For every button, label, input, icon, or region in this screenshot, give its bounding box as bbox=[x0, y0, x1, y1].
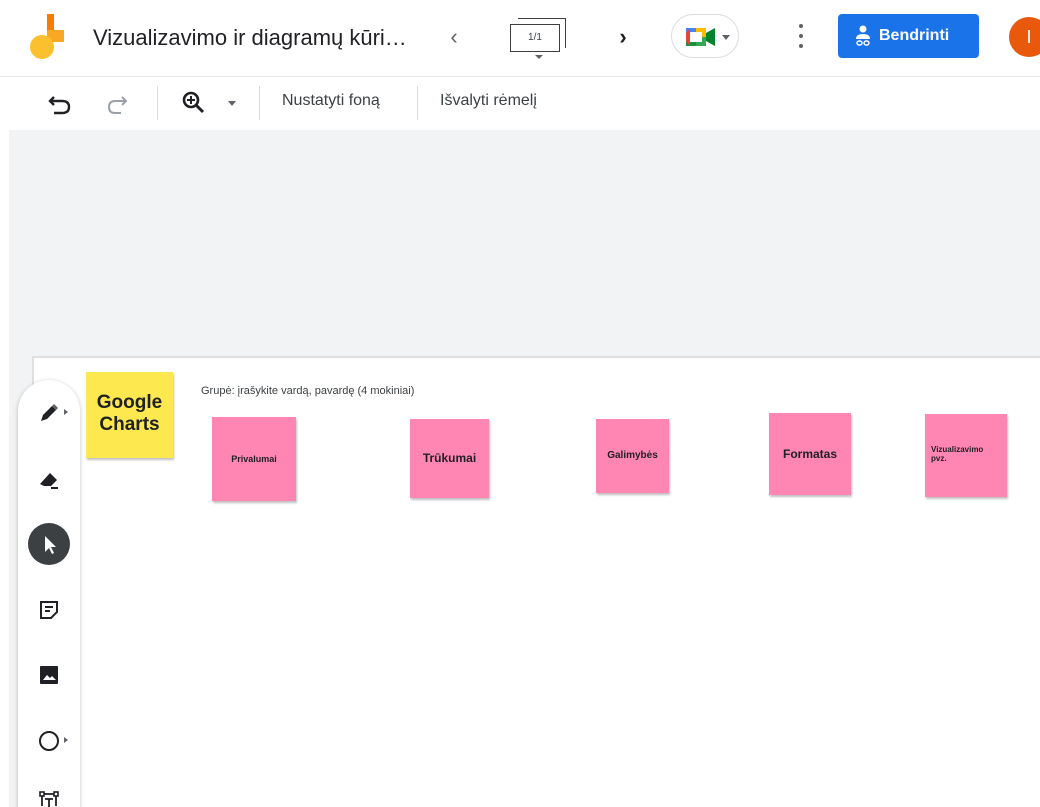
circle-shape-icon bbox=[39, 731, 59, 751]
sticky-note-text: Formatas bbox=[782, 447, 838, 461]
group-instruction-text[interactable]: Grupė: įrašykite vardą, pavardę (4 mokin… bbox=[201, 385, 414, 397]
image-tool-button[interactable] bbox=[28, 654, 70, 696]
jamboard-logo-icon[interactable] bbox=[30, 14, 66, 60]
redo-icon bbox=[107, 96, 128, 114]
zoom-dropdown-button[interactable] bbox=[222, 87, 242, 119]
frame-counter-label: 1/1 bbox=[510, 24, 560, 52]
text-box-tool-button[interactable] bbox=[28, 780, 70, 807]
eraser-tool-button[interactable] bbox=[28, 458, 70, 500]
more-vert-icon bbox=[799, 24, 803, 28]
image-icon bbox=[40, 666, 58, 684]
chevron-down-icon bbox=[535, 55, 543, 59]
chevron-right-icon: › bbox=[619, 24, 627, 49]
next-frame-button[interactable]: › bbox=[609, 22, 637, 52]
chevron-down-icon bbox=[722, 35, 730, 40]
google-meet-icon bbox=[686, 28, 715, 46]
pen-tool-button[interactable] bbox=[28, 392, 70, 434]
share-button-label: Bendrinti bbox=[879, 27, 950, 44]
select-pointer-icon bbox=[45, 536, 56, 554]
select-tool-button[interactable] bbox=[28, 523, 70, 565]
share-button[interactable]: Bendrinti bbox=[838, 14, 979, 58]
chevron-right-icon bbox=[64, 409, 68, 415]
document-title[interactable]: Vizualizavimo ir diagramų kūri… bbox=[93, 25, 407, 51]
sticky-note-text: Trūkumai bbox=[422, 451, 477, 465]
sticky-note-vizualizavimo-pvz[interactable]: Vizualizavimo pvz. bbox=[925, 414, 1007, 497]
eraser-icon bbox=[40, 473, 58, 489]
sticky-note-text: Privalumai bbox=[231, 454, 277, 464]
undo-button[interactable] bbox=[44, 87, 76, 119]
tool-rail bbox=[18, 380, 80, 807]
sticky-note-text: Vizualizavimo pvz. bbox=[931, 445, 984, 463]
text-box-icon bbox=[39, 791, 59, 807]
undo-icon bbox=[48, 96, 71, 115]
clear-frame-button[interactable]: Išvalyti rėmelį bbox=[440, 92, 537, 110]
sticky-note-icon bbox=[40, 601, 58, 619]
more-options-button[interactable] bbox=[788, 20, 814, 54]
sticky-note-text: Google Charts bbox=[96, 392, 163, 435]
person-share-icon bbox=[856, 25, 870, 46]
redo-button[interactable] bbox=[102, 87, 134, 119]
sticky-note-privalumai[interactable]: Privalumai bbox=[212, 417, 296, 501]
sticky-note-galimybes[interactable]: Galimybės bbox=[596, 419, 669, 493]
meet-button[interactable] bbox=[671, 14, 739, 58]
chevron-down-icon bbox=[228, 101, 236, 106]
jam-frame[interactable] bbox=[32, 356, 1040, 807]
frame-counter-button[interactable]: 1/1 bbox=[510, 18, 568, 60]
sticky-note-formatas[interactable]: Formatas bbox=[769, 413, 851, 495]
sticky-note-google-charts[interactable]: Google Charts bbox=[86, 372, 173, 458]
sticky-note-trukumai[interactable]: Trūkumai bbox=[410, 419, 489, 498]
set-background-button[interactable]: Nustatyti foną bbox=[282, 92, 380, 110]
sticky-note-tool-button[interactable] bbox=[28, 589, 70, 631]
shape-tool-button[interactable] bbox=[28, 720, 70, 762]
zoom-in-icon bbox=[182, 91, 205, 114]
toolbar: Nustatyti foną Išvalyti rėmelį bbox=[0, 77, 1040, 130]
chevron-right-icon bbox=[64, 737, 68, 743]
zoom-button[interactable] bbox=[178, 87, 210, 119]
sticky-note-text: Galimybės bbox=[607, 450, 658, 461]
jamboard-app: Vizualizavimo ir diagramų kūri… ‹ 1/1 › bbox=[0, 0, 1040, 807]
chevron-left-icon: ‹ bbox=[450, 24, 458, 49]
title-bar: Vizualizavimo ir diagramų kūri… ‹ 1/1 › bbox=[0, 0, 1040, 77]
pen-icon bbox=[41, 404, 58, 421]
user-avatar[interactable]: I bbox=[1009, 17, 1040, 57]
previous-frame-button[interactable]: ‹ bbox=[440, 22, 468, 52]
